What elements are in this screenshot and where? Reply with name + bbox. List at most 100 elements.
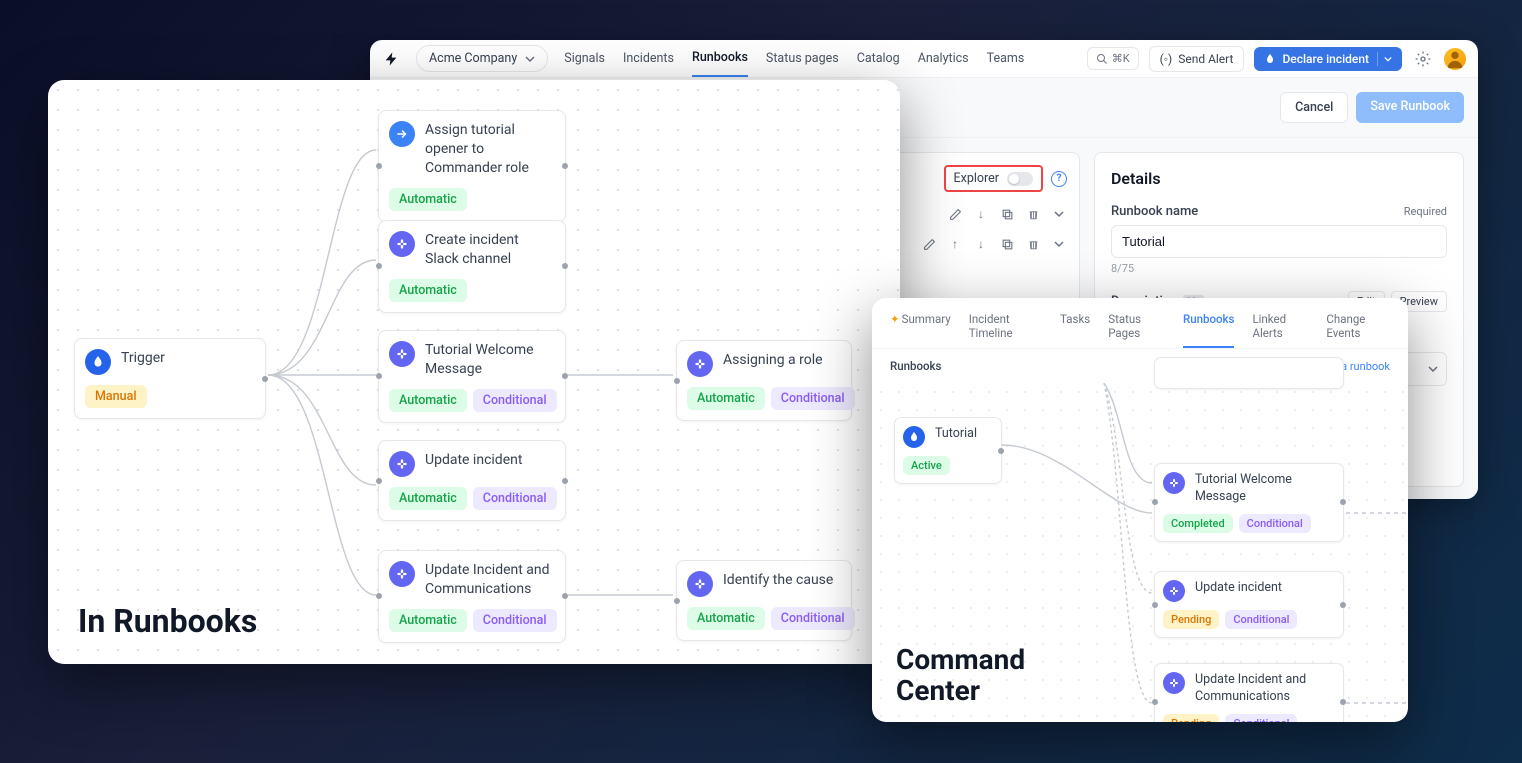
company-selector[interactable]: Acme Company [416, 45, 548, 72]
edit-icon[interactable] [921, 236, 937, 252]
manual-badge: Manual [85, 385, 147, 408]
node-actions-row-1: ↓ [947, 206, 1067, 222]
chevron-down-icon[interactable] [1051, 236, 1067, 252]
arrow-up-icon[interactable]: ↑ [947, 236, 963, 252]
chevron-down-icon [1428, 364, 1438, 374]
welcome-message-node[interactable]: Tutorial Welcome Message Automatic Condi… [378, 330, 566, 423]
nav-runbooks[interactable]: Runbooks [692, 40, 748, 77]
cc-canvas: Tutorial Active Tutorial Welcome Message… [872, 383, 1408, 722]
fire-icon [1264, 53, 1276, 65]
cc-tab-change-events[interactable]: Change Events [1326, 312, 1390, 348]
automatic-badge: Automatic [389, 279, 467, 302]
conditional-badge: Conditional [473, 609, 557, 632]
required-label: Required [1404, 205, 1447, 218]
command-center-card: ✦Summary Incident Timeline Tasks Status … [872, 298, 1408, 722]
cc-tabs: ✦Summary Incident Timeline Tasks Status … [872, 298, 1408, 348]
nav-signals[interactable]: Signals [564, 41, 605, 76]
cc-hidden-node[interactable] [1154, 357, 1344, 389]
cc-tab-tasks[interactable]: Tasks [1060, 312, 1090, 348]
identify-cause-node[interactable]: Identify the cause Automatic Conditional [676, 560, 852, 641]
update-incident-node[interactable]: Update incident Automatic Conditional [378, 440, 566, 521]
conditional-badge: Conditional [473, 487, 557, 510]
runbooks-card-title: In Runbooks [78, 602, 257, 640]
update-incident-comm-node[interactable]: Update Incident and Communications Autom… [378, 550, 566, 643]
user-avatar[interactable] [1444, 48, 1466, 70]
nav-right: ⌘K (◦) Send Alert Declare incident [1087, 46, 1466, 72]
cc-tab-summary[interactable]: ✦Summary [890, 312, 951, 348]
slack-icon [687, 351, 713, 377]
nav-incidents[interactable]: Incidents [623, 41, 674, 76]
search-button[interactable]: ⌘K [1087, 47, 1139, 70]
explorer-toggle-highlighted[interactable]: Explorer [944, 165, 1043, 192]
chevron-down-icon [525, 54, 535, 64]
declare-incident-button[interactable]: Declare incident [1254, 47, 1402, 71]
edit-icon[interactable] [947, 206, 963, 222]
slack-icon [389, 561, 415, 587]
runbook-name-label: Runbook name [1111, 204, 1198, 219]
trash-icon[interactable] [1025, 236, 1041, 252]
chevron-down-icon[interactable] [1051, 206, 1067, 222]
automatic-badge: Automatic [389, 389, 467, 412]
sparkle-icon: ✦ [890, 312, 900, 326]
pending-badge: Pending [1163, 610, 1219, 629]
cc-welcome-node[interactable]: Tutorial Welcome Message Completed Condi… [1154, 463, 1344, 542]
node-actions-row-2: ↑ ↓ [921, 236, 1067, 252]
search-icon [1096, 53, 1108, 65]
slack-icon [389, 341, 415, 367]
conditional-badge: Conditional [771, 387, 855, 410]
fire-icon [903, 426, 925, 448]
assigning-role-node[interactable]: Assigning a role Automatic Conditional [676, 340, 852, 421]
automatic-badge: Automatic [389, 487, 467, 510]
slack-icon [1163, 472, 1185, 494]
cc-tutorial-node[interactable]: Tutorial Active [894, 417, 1002, 484]
conditional-badge: Conditional [1239, 514, 1311, 533]
automatic-badge: Automatic [687, 387, 765, 410]
chevron-down-icon[interactable] [1377, 52, 1392, 66]
save-runbook-button[interactable]: Save Runbook [1356, 92, 1464, 123]
automatic-badge: Automatic [389, 188, 467, 211]
char-count: 8/75 [1111, 262, 1447, 275]
cc-update-node[interactable]: Update incident Pending Conditional [1154, 571, 1344, 638]
active-badge: Active [903, 456, 950, 475]
assign-role-node[interactable]: Assign tutorial opener to Commander role… [378, 110, 566, 222]
slack-channel-node[interactable]: Create incident Slack channel Automatic [378, 220, 566, 313]
slack-icon [389, 231, 415, 257]
conditional-badge: Conditional [473, 389, 557, 412]
slack-icon [1163, 580, 1185, 602]
cc-tab-timeline[interactable]: Incident Timeline [969, 312, 1042, 348]
cc-tab-linked-alerts[interactable]: Linked Alerts [1252, 312, 1308, 348]
app-logo[interactable] [382, 50, 400, 68]
trash-icon[interactable] [1025, 206, 1041, 222]
conditional-badge: Conditional [771, 607, 855, 630]
help-icon[interactable]: ? [1051, 171, 1067, 187]
details-title: Details [1111, 169, 1447, 188]
cc-tab-runbooks[interactable]: Runbooks [1183, 312, 1234, 348]
cc-tab-status-pages[interactable]: Status Pages [1108, 312, 1165, 348]
toggle-switch-off[interactable] [1007, 172, 1033, 186]
trigger-node[interactable]: Trigger Manual [74, 338, 266, 419]
conditional-badge: Conditional [1225, 714, 1297, 722]
top-nav: Acme Company Signals Incidents Runbooks … [370, 40, 1478, 78]
arrow-down-icon[interactable]: ↓ [973, 236, 989, 252]
runbooks-diagram-card: Trigger Manual Assign tutorial opener to… [48, 80, 900, 664]
nav-teams[interactable]: Teams [987, 41, 1025, 76]
pending-badge: Pending [1163, 714, 1219, 722]
runbook-name-input[interactable] [1111, 225, 1447, 258]
nav-catalog[interactable]: Catalog [857, 41, 900, 76]
assign-icon [389, 121, 415, 147]
automatic-badge: Automatic [687, 607, 765, 630]
copy-icon[interactable] [999, 236, 1015, 252]
nav-links: Signals Incidents Runbooks Status pages … [564, 40, 1024, 77]
fire-icon [85, 349, 111, 375]
cc-updatecomm-node[interactable]: Update Incident and Communications Pendi… [1154, 663, 1344, 722]
cancel-button[interactable]: Cancel [1280, 92, 1348, 123]
settings-icon[interactable] [1412, 48, 1434, 70]
slack-icon [687, 571, 713, 597]
company-name: Acme Company [429, 51, 517, 66]
send-alert-button[interactable]: (◦) Send Alert [1149, 46, 1245, 72]
nav-status-pages[interactable]: Status pages [766, 41, 839, 76]
slack-icon [389, 451, 415, 477]
arrow-down-icon[interactable]: ↓ [973, 206, 989, 222]
copy-icon[interactable] [999, 206, 1015, 222]
nav-analytics[interactable]: Analytics [918, 41, 969, 76]
